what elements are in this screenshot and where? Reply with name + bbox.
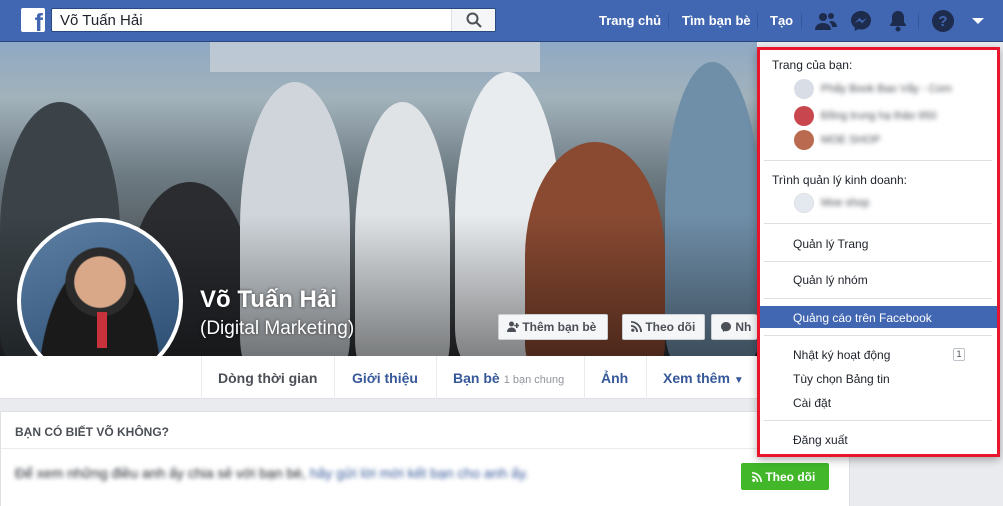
account-menu-chevron-down-icon[interactable] (966, 9, 990, 33)
tab-photos[interactable]: Ảnh (601, 370, 628, 386)
add-friend-button[interactable]: Thêm bạn bè (498, 314, 608, 340)
nav-home-link[interactable]: Trang chủ (599, 13, 661, 28)
nav-separator (801, 13, 802, 29)
card-description: Để xem những điều anh ấy chia sẻ với bạn… (15, 465, 306, 481)
settings-item[interactable]: Cài đặt (760, 391, 997, 413)
add-friend-label: Thêm bạn bè (522, 320, 597, 334)
profile-picture-detail (97, 312, 107, 348)
search-button[interactable] (451, 9, 495, 31)
tab-separator (646, 356, 647, 399)
tab-separator (436, 356, 437, 399)
page-name: Đồng trung hạ thảo 950 (821, 110, 937, 122)
news-feed-preferences-item[interactable]: Tùy chọn Bảng tin (760, 367, 997, 389)
tab-separator (584, 356, 585, 399)
account-dropdown-menu: Trang của bạn: Phấy Book Bao Vấy - Com Đ… (757, 47, 1000, 457)
page-avatar (794, 193, 814, 213)
manage-groups-item[interactable]: Quản lý nhóm (760, 268, 997, 290)
search-box[interactable]: Võ Tuấn Hải (51, 8, 496, 32)
profile-tabs: Dòng thời gian Giới thiệu Bạn bè 1 bạn ch… (0, 356, 757, 399)
menu-divider (764, 261, 992, 262)
messenger-icon (721, 322, 731, 332)
activity-log-item[interactable]: Nhật ký hoạt động 1 (760, 343, 997, 365)
message-button[interactable]: Nh (711, 314, 757, 340)
mutual-friends-count: 1 bạn chung (503, 374, 565, 386)
card-add-friend-link[interactable]: hãy gửi lời mời kết bạn cho anh ấy. (310, 465, 529, 481)
page-avatar (794, 130, 814, 150)
page-name: Phấy Book Bao Vấy - Com (821, 83, 952, 95)
tab-separator (201, 356, 202, 399)
advertise-on-facebook-item[interactable]: Quảng cáo trên Facebook (760, 306, 997, 328)
logout-item[interactable]: Đăng xuất (760, 428, 997, 450)
page-name: MOE SHOP (821, 134, 881, 146)
svg-text:?: ? (938, 13, 947, 30)
activity-count-badge: 1 (953, 348, 965, 361)
card-follow-label: Theo dõi (765, 470, 816, 484)
nav-separator (757, 13, 758, 29)
help-question-icon[interactable]: ? (931, 9, 955, 33)
messenger-icon[interactable] (849, 9, 873, 33)
chevron-down-icon: ▼ (733, 375, 744, 386)
tab-more-label: Xem thêm (663, 370, 730, 386)
friend-requests-icon[interactable] (814, 9, 838, 33)
facebook-logo-icon[interactable]: f (21, 8, 45, 32)
card-title: BẠN CÓ BIẾT VÕ KHÔNG? (15, 425, 170, 439)
nav-find-friends-link[interactable]: Tìm bạn bè (682, 13, 751, 28)
search-icon (466, 12, 482, 28)
tab-separator (334, 356, 335, 399)
menu-divider (764, 335, 992, 336)
menu-divider (764, 420, 992, 421)
tab-more[interactable]: Xem thêm ▼ (663, 370, 744, 386)
nav-create-link[interactable]: Tạo (770, 13, 793, 28)
manage-pages-item[interactable]: Quản lý Trang (760, 232, 997, 254)
follow-button[interactable]: Theo dõi (622, 314, 705, 340)
card-text: Để xem những điều anh ấy chia sẻ với bạn… (15, 465, 529, 481)
card-follow-button[interactable]: Theo dõi (741, 463, 829, 490)
nav-separator (668, 13, 669, 29)
tab-about[interactable]: Giới thiệu (352, 370, 418, 386)
page-avatar (794, 79, 814, 99)
do-you-know-card: BẠN CÓ BIẾT VÕ KHÔNG? Để xem những điều … (0, 411, 851, 506)
top-bar: f Võ Tuấn Hải Trang chủ Tìm bạn bè Tạo ? (0, 0, 1003, 42)
menu-divider (764, 298, 992, 299)
tab-friends-label: Bạn bè (453, 370, 500, 386)
tab-timeline[interactable]: Dòng thời gian (218, 370, 317, 386)
tab-friends[interactable]: Bạn bè 1 bạn chung (453, 370, 564, 386)
business-manager-header: Trình quản lý kinh doanh: (772, 173, 907, 187)
profile-name[interactable]: Võ Tuấn Hải (200, 286, 337, 314)
page-name: Moe shop (821, 197, 870, 209)
activity-log-label: Nhật ký hoạt động (793, 348, 891, 362)
follow-label: Theo dõi (645, 320, 696, 334)
menu-divider (764, 160, 992, 161)
rss-follow-icon (631, 321, 642, 332)
profile-alternate-name: (Digital Marketing) (200, 318, 355, 339)
message-label: Nh (735, 320, 752, 334)
add-friend-icon (507, 321, 520, 332)
card-divider (1, 448, 851, 449)
notifications-bell-icon[interactable] (886, 9, 910, 33)
search-input[interactable]: Võ Tuấn Hải (60, 12, 143, 29)
rss-follow-icon (752, 472, 762, 482)
nav-separator (918, 13, 919, 29)
your-pages-header: Trang của bạn: (772, 58, 853, 72)
page-avatar (794, 106, 814, 126)
menu-divider (764, 223, 992, 224)
